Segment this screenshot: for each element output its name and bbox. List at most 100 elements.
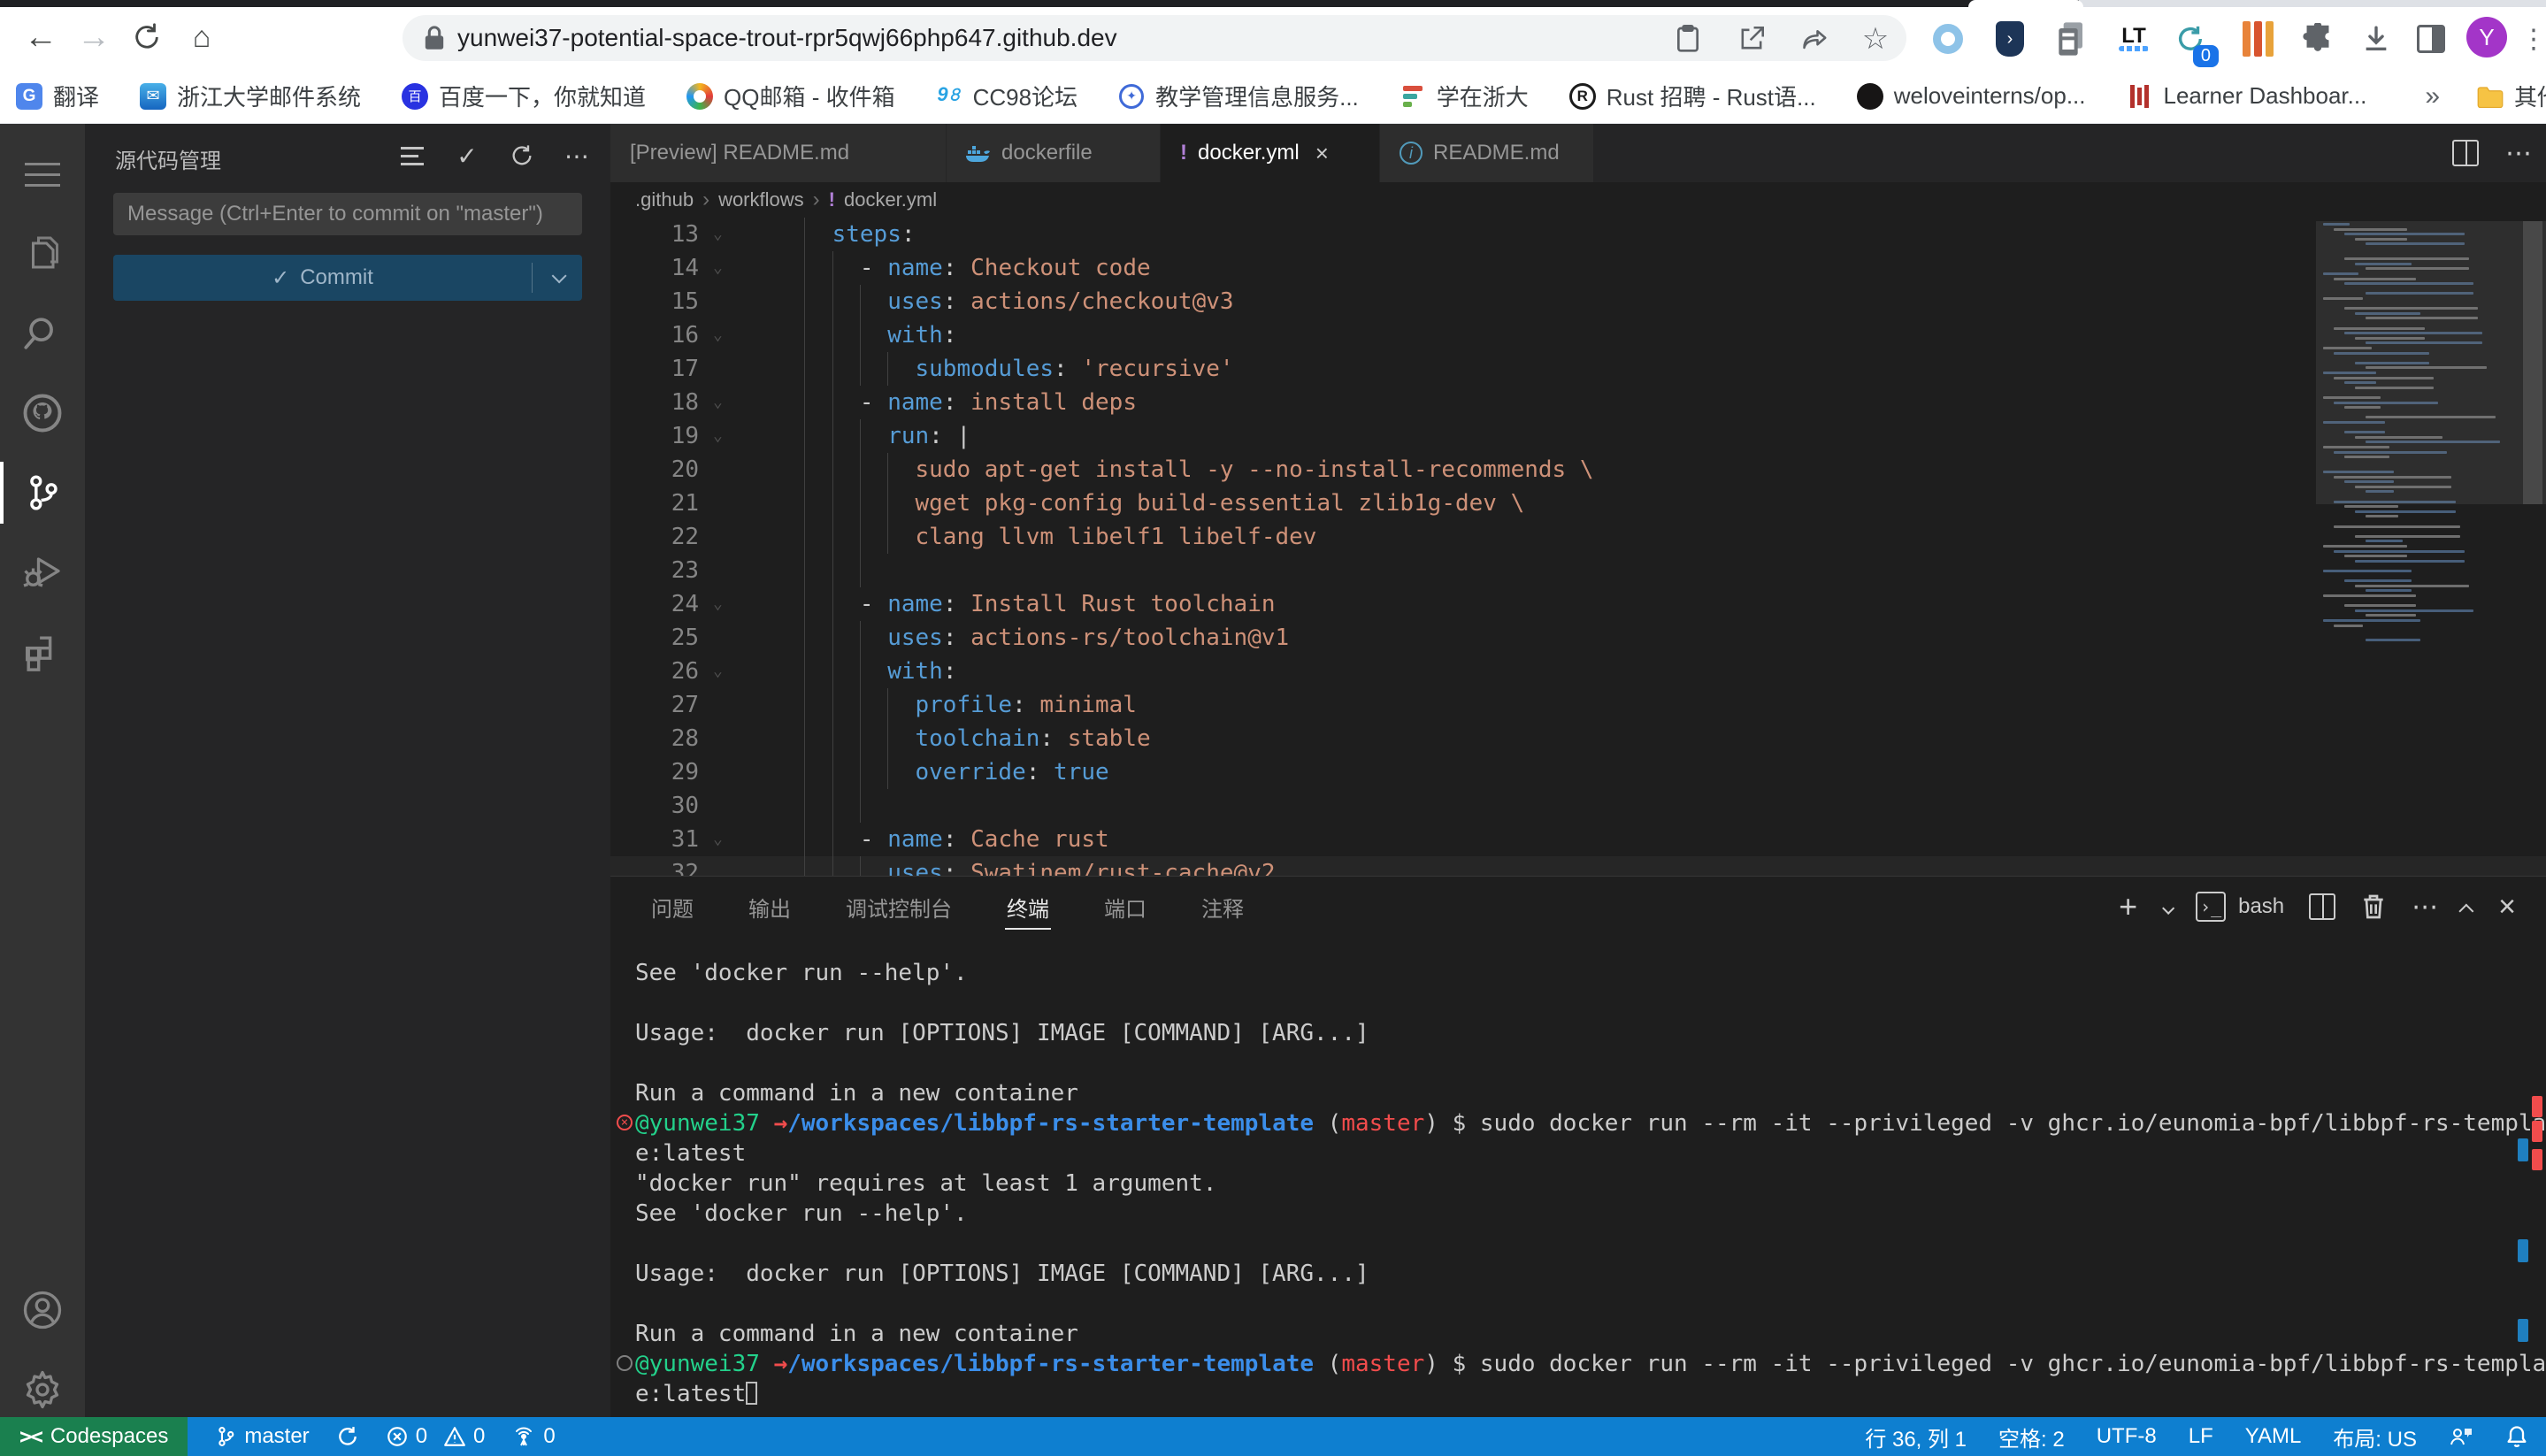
- bookmark-item[interactable]: 学在浙大: [1400, 80, 1529, 112]
- languagetool-icon[interactable]: LT: [2113, 18, 2155, 60]
- fold-chevron-icon[interactable]: ⌄: [713, 655, 723, 688]
- extensions-icon[interactable]: [0, 612, 85, 692]
- breadcrumb-file[interactable]: docker.yml: [844, 188, 937, 211]
- extensions-puzzle-icon[interactable]: [2297, 18, 2339, 60]
- bookmark-item[interactable]: weloveinterns/op...: [1857, 82, 2086, 110]
- close-tab-icon[interactable]: ×: [1315, 140, 1329, 167]
- code-line-19[interactable]: 19⌄run: |: [610, 419, 2546, 453]
- open-in-new-icon[interactable]: [1732, 19, 1771, 58]
- code-line-17[interactable]: 17submodules: 'recursive': [610, 352, 2546, 386]
- view-as-list-icon[interactable]: [396, 140, 428, 172]
- breadcrumb[interactable]: .github › workflows › ! docker.yml: [610, 182, 2546, 218]
- code-line-16[interactable]: 16⌄with:: [610, 318, 2546, 352]
- account-icon[interactable]: [0, 1270, 85, 1350]
- github-icon[interactable]: [0, 373, 85, 453]
- fold-chevron-icon[interactable]: ⌄: [713, 251, 723, 285]
- code-line-32[interactable]: 32uses: Swatinem/rust-cache@v2: [610, 856, 2546, 876]
- code-line-30[interactable]: 30: [610, 789, 2546, 823]
- extension-notes-icon[interactable]: [2051, 18, 2093, 60]
- feedback-icon[interactable]: [2449, 1425, 2473, 1448]
- commit-button[interactable]: ✓Commit: [113, 255, 582, 301]
- fold-chevron-icon[interactable]: ⌄: [713, 218, 723, 251]
- bookmark-item[interactable]: RRust 招聘 - Rust语...: [1569, 80, 1816, 112]
- code-line-28[interactable]: 28toolchain: stable: [610, 722, 2546, 755]
- code-line-15[interactable]: 15uses: actions/checkout@v3: [610, 285, 2546, 318]
- reload-icon[interactable]: [122, 12, 172, 62]
- code-line-21[interactable]: 21wget pkg-config build-essential zlib1g…: [610, 487, 2546, 520]
- extension-shield-icon[interactable]: ›: [1989, 18, 2031, 60]
- code-line-31[interactable]: 31⌄- name: Cache rust: [610, 823, 2546, 856]
- bookmark-item[interactable]: QQ邮箱 - 收件箱: [686, 80, 895, 112]
- forward-icon[interactable]: →: [69, 12, 119, 62]
- tab-readme.md[interactable]: iREADME.md: [1380, 124, 1594, 182]
- clipboard-icon[interactable]: [1668, 19, 1707, 58]
- extension-ring-icon[interactable]: [1927, 18, 1969, 60]
- sync-indicator[interactable]: [336, 1425, 359, 1448]
- more-actions-icon[interactable]: ⋯: [561, 140, 593, 172]
- code-line-20[interactable]: 20sudo apt-get install -y --no-install-r…: [610, 453, 2546, 487]
- ports-indicator[interactable]: 0: [511, 1424, 555, 1449]
- bookmark-item[interactable]: G翻译: [16, 80, 99, 112]
- fold-chevron-icon[interactable]: ⌄: [713, 419, 723, 453]
- terminal-shell-item[interactable]: ›_ bash: [2196, 892, 2284, 922]
- editor-more-actions-icon[interactable]: ⋯: [2505, 138, 2532, 169]
- explorer-icon[interactable]: [0, 214, 85, 294]
- code-line-18[interactable]: 18⌄- name: install deps: [610, 386, 2546, 419]
- code-line-27[interactable]: 27profile: minimal: [610, 688, 2546, 722]
- bookmark-item[interactable]: ✦教学管理信息服务...: [1118, 80, 1359, 112]
- eol-indicator[interactable]: LF: [2189, 1424, 2213, 1449]
- bookmark-item[interactable]: Learner Dashboar...: [2127, 82, 2367, 110]
- code-line-14[interactable]: 14⌄- name: Checkout code: [610, 251, 2546, 285]
- panel-tab[interactable]: 终端: [1005, 879, 1051, 935]
- downloads-icon[interactable]: [2355, 18, 2397, 60]
- indentation[interactable]: 空格: 2: [1998, 1422, 2065, 1452]
- fold-chevron-icon[interactable]: ⌄: [713, 587, 723, 621]
- code-line-22[interactable]: 22clang llvm libelf1 libelf-dev: [610, 520, 2546, 554]
- fold-chevron-icon[interactable]: ⌄: [713, 823, 723, 856]
- share-icon[interactable]: [1796, 19, 1835, 58]
- problems-indicator[interactable]: 0 0: [386, 1424, 486, 1449]
- commit-message-input[interactable]: Message (Ctrl+Enter to commit on "master…: [113, 193, 582, 235]
- refresh-icon[interactable]: [506, 140, 538, 172]
- code-line-29[interactable]: 29override: true: [610, 755, 2546, 789]
- editor-scrollbar[interactable]: [2523, 221, 2542, 504]
- run-debug-icon[interactable]: [0, 533, 85, 612]
- breadcrumb-folder[interactable]: .github: [635, 188, 694, 211]
- close-panel-icon[interactable]: ×: [2498, 890, 2516, 924]
- kill-terminal-icon[interactable]: [2360, 893, 2387, 921]
- bookmark-item[interactable]: ✉浙江大学邮件系统: [140, 80, 361, 112]
- maximize-panel-icon[interactable]: [2463, 892, 2473, 922]
- panel-tab[interactable]: 调试控制台: [844, 879, 954, 935]
- code-line-13[interactable]: 13⌄steps:: [610, 218, 2546, 251]
- code-line-24[interactable]: 24⌄- name: Install Rust toolchain: [610, 587, 2546, 621]
- breadcrumb-subfolder[interactable]: workflows: [718, 188, 804, 211]
- fold-chevron-icon[interactable]: ⌄: [713, 318, 723, 352]
- commit-check-icon[interactable]: ✓: [451, 140, 483, 172]
- browser-menu-icon[interactable]: ⋮: [2512, 18, 2546, 60]
- other-bookmarks-folder[interactable]: 其他书签: [2477, 80, 2546, 112]
- tab-docker.yml[interactable]: !docker.yml×: [1161, 124, 1380, 182]
- side-panel-icon[interactable]: [2410, 18, 2452, 60]
- bookmark-item[interactable]: 百百度一下，你就知道: [402, 80, 646, 112]
- panel-tab[interactable]: 问题: [649, 879, 695, 935]
- panel-more-actions-icon[interactable]: ⋯: [2412, 892, 2438, 923]
- keyboard-layout[interactable]: 布局: US: [2333, 1422, 2417, 1452]
- bookmark-star-icon[interactable]: ☆: [1856, 19, 1895, 58]
- bookmarks-overflow-chevron[interactable]: »: [2407, 81, 2458, 111]
- minimap-slider[interactable]: [2316, 221, 2546, 504]
- bookmark-item[interactable]: 9৪CC98论坛: [936, 80, 1077, 112]
- new-terminal-icon[interactable]: +: [2119, 888, 2137, 925]
- code-line-26[interactable]: 26⌄with:: [610, 655, 2546, 688]
- terminal-dropdown-chevron[interactable]: [2162, 892, 2171, 922]
- code-line-23[interactable]: 23: [610, 554, 2546, 587]
- branch-indicator[interactable]: master: [214, 1424, 309, 1449]
- remote-indicator[interactable]: >< Codespaces: [0, 1417, 188, 1456]
- source-control-icon[interactable]: [0, 453, 85, 533]
- cursor-position[interactable]: 行 36, 列 1: [1865, 1422, 1967, 1452]
- split-terminal-icon[interactable]: [2309, 893, 2335, 920]
- commit-dropdown-chevron[interactable]: [533, 272, 582, 283]
- crayons-extension-icon[interactable]: [2236, 18, 2279, 60]
- split-editor-icon[interactable]: [2452, 140, 2479, 166]
- panel-tab[interactable]: 端口: [1102, 879, 1148, 935]
- sync-extension-icon[interactable]: 0: [2169, 18, 2212, 60]
